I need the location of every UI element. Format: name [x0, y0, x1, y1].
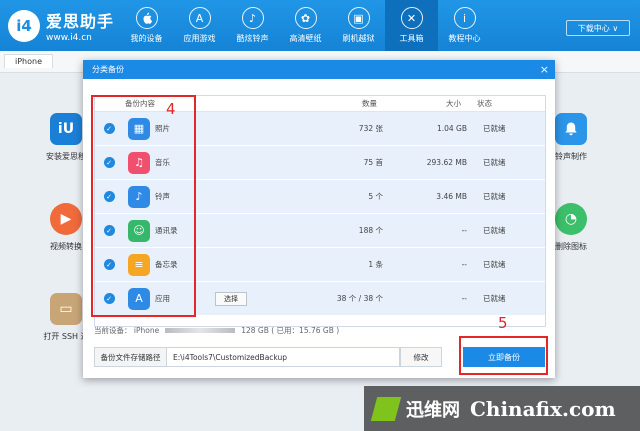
- nav-label: 酷炫铃声: [236, 34, 269, 43]
- select-apps-button[interactable]: 选择: [215, 291, 247, 306]
- nav-label: 应用游戏: [183, 34, 216, 43]
- row-size: --: [461, 260, 467, 269]
- nav-item-toolbox[interactable]: ✕ 工具箱: [385, 0, 438, 51]
- app-title: 爱思助手: [46, 12, 115, 31]
- nav-item-wallpapers[interactable]: ✿ 高清壁纸: [279, 0, 332, 51]
- nav-item-my-device[interactable]: 我的设备: [120, 0, 173, 51]
- tools-icon: ✕: [400, 7, 423, 29]
- storage-info: 128 GB ( 已用：15.76 GB ): [241, 326, 340, 335]
- apple-icon: [135, 7, 158, 29]
- annotation-box-content: [91, 95, 196, 317]
- nav-label: 我的设备: [130, 34, 163, 43]
- row-count: 38 个 / 38 个: [336, 294, 383, 303]
- row-count: 75 首: [363, 158, 383, 167]
- row-size: 293.62 MB: [426, 158, 467, 167]
- bell-icon: [555, 113, 587, 145]
- tile-label: 安装爱思移: [46, 152, 86, 161]
- tile-label: 删除图标: [555, 242, 587, 251]
- watermark-cn: 迅维网: [406, 399, 460, 421]
- row-size: 1.04 GB: [436, 124, 467, 133]
- tab-iphone[interactable]: iPhone: [4, 54, 54, 68]
- row-size: --: [461, 226, 467, 235]
- row-status: 已就绪: [483, 158, 506, 167]
- chinafix-logo-icon: [370, 396, 402, 421]
- modify-path-button[interactable]: 修改: [400, 347, 442, 367]
- bell-icon: ♪: [241, 7, 264, 29]
- annotation-box-backup: [459, 336, 548, 375]
- nav-item-ringtones[interactable]: ♪ 酷炫铃声: [226, 0, 279, 51]
- backup-path-input[interactable]: E:\i4Tools7\CustomizedBackup: [167, 347, 400, 367]
- app-url: www.i4.cn: [46, 33, 92, 43]
- nav-label: 教程中心: [448, 34, 481, 43]
- appstore-icon: A: [188, 7, 211, 29]
- row-status: 已就绪: [483, 260, 506, 269]
- backup-path-row: 备份文件存储路径 E:\i4Tools7\CustomizedBackup: [94, 347, 400, 367]
- nav-label: 高清壁纸: [289, 34, 322, 43]
- row-count: 188 个: [358, 226, 383, 235]
- watermark: 迅维网 Chinafix.com: [364, 386, 640, 431]
- header-size: 大小: [446, 99, 461, 108]
- row-count: 1 条: [368, 260, 383, 269]
- top-navigation-bar: i4 爱思助手 www.i4.cn 我的设备 A 应用游戏 ♪ 酷炫铃声 ✿ 高…: [0, 0, 640, 51]
- play-icon: ▶: [50, 203, 82, 235]
- flower-icon: ✿: [294, 7, 317, 29]
- app-logo[interactable]: i4 爱思助手 www.i4.cn: [8, 8, 114, 43]
- watermark-en: Chinafix.com: [470, 396, 616, 421]
- row-count: 732 张: [358, 124, 383, 133]
- dialog-title: 分类备份: [83, 60, 555, 79]
- header-count: 数量: [362, 99, 377, 108]
- current-device-label: 当前设备： iPhone: [94, 326, 160, 335]
- box-icon: ▣: [347, 7, 370, 29]
- i4-logo-icon: i4: [8, 9, 40, 42]
- redacted-serial: [165, 328, 236, 333]
- annotation-number-5: 5: [498, 314, 508, 332]
- terminal-icon: ▭: [50, 293, 82, 325]
- row-status: 已就绪: [483, 192, 506, 201]
- info-icon: i: [453, 7, 476, 29]
- path-label: 备份文件存储路径: [94, 347, 167, 367]
- main-nav: 我的设备 A 应用游戏 ♪ 酷炫铃声 ✿ 高清壁纸 ▣ 刷机越狱 ✕ 工具箱 i…: [120, 0, 491, 51]
- row-status: 已就绪: [483, 294, 506, 303]
- device-info: 当前设备： iPhone 128 GB ( 已用：15.76 GB ): [94, 325, 339, 336]
- download-center-button[interactable]: 下载中心 ∨: [566, 20, 630, 36]
- row-status: 已就绪: [483, 124, 506, 133]
- annotation-number-4: 4: [166, 100, 176, 118]
- row-count: 5 个: [368, 192, 383, 201]
- nav-label: 刷机越狱: [342, 34, 375, 43]
- tile-label: 铃声制作: [555, 152, 587, 161]
- row-size: --: [461, 294, 467, 303]
- row-size: 3.46 MB: [436, 192, 467, 201]
- nav-item-apps-games[interactable]: A 应用游戏: [173, 0, 226, 51]
- pie-icon: ◔: [555, 203, 587, 235]
- close-icon[interactable]: ×: [540, 62, 549, 77]
- nav-item-tutorials[interactable]: i 教程中心: [438, 0, 491, 51]
- nav-item-flash-jailbreak[interactable]: ▣ 刷机越狱: [332, 0, 385, 51]
- tile-label: 打开 SSH 通: [43, 332, 89, 341]
- tile-label: 视频转换: [50, 242, 82, 251]
- header-status: 状态: [477, 99, 492, 108]
- row-status: 已就绪: [483, 226, 506, 235]
- i4-app-icon: iU: [50, 113, 82, 145]
- nav-label: 工具箱: [399, 34, 424, 43]
